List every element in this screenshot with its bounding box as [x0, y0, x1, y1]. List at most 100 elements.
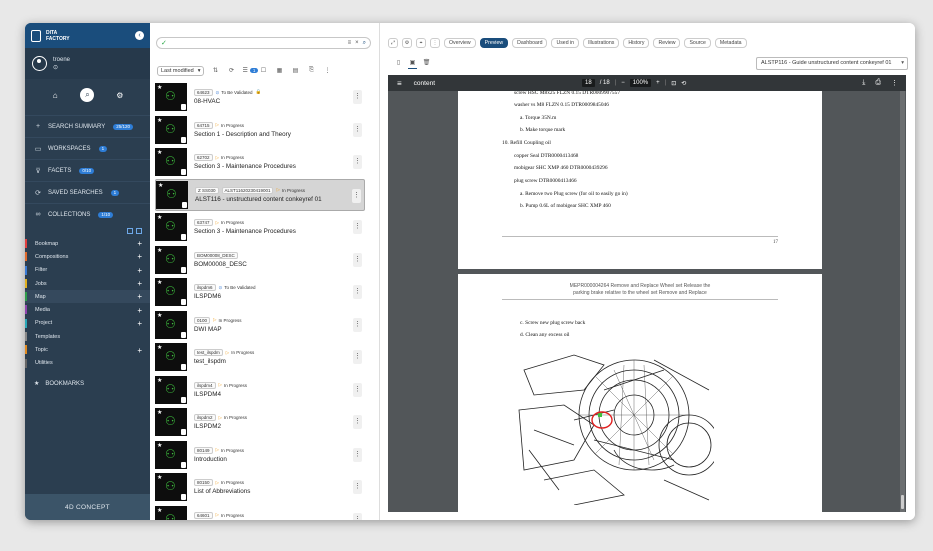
tag-icon[interactable]: ⌖: [416, 38, 426, 48]
item-menu-button[interactable]: ⋮: [353, 480, 362, 494]
menu-icon[interactable]: ≡: [397, 79, 402, 88]
more-icon[interactable]: ⋮: [430, 38, 440, 48]
tab-dashboard[interactable]: Dashboard: [512, 38, 548, 48]
star-icon[interactable]: ★: [157, 442, 162, 449]
tab-source[interactable]: Source: [684, 38, 711, 48]
category-jobs[interactable]: Jobs +: [25, 277, 150, 290]
category-map[interactable]: Map +: [25, 290, 150, 304]
tab-overview[interactable]: Overview: [444, 38, 476, 48]
category-filter[interactable]: Filter +: [25, 264, 150, 277]
item-menu-button[interactable]: ⋮: [353, 447, 362, 462]
pdf-scrollbar[interactable]: [900, 91, 905, 512]
tab-illustrations[interactable]: Illustrations: [583, 38, 620, 48]
list-item[interactable]: ★ ⚇ 80149 ▷ In Progress Introduction ⋮: [155, 439, 365, 471]
nav-item-facets[interactable]: ⊽ Facets 0/10: [25, 159, 150, 181]
bookmarks-item[interactable]: ★ Bookmarks: [25, 376, 150, 392]
download-icon[interactable]: ⤓: [862, 79, 865, 87]
trash-icon[interactable]: 🗑: [422, 59, 431, 69]
square-icon[interactable]: [127, 228, 133, 234]
add-icon[interactable]: +: [137, 292, 142, 301]
filter-lines-icon[interactable]: ≡: [348, 40, 352, 46]
list-item[interactable]: ★ ⚇ ilspdm4 ▷ In Progress ILSPDM4 ⋮: [155, 374, 365, 406]
star-icon[interactable]: ★: [157, 279, 162, 286]
collapse-sidebar-button[interactable]: ‹: [135, 31, 144, 40]
category-utilities[interactable]: Utilities: [25, 357, 150, 370]
item-menu-button[interactable]: ⋮: [353, 285, 362, 299]
add-icon[interactable]: +: [137, 239, 142, 248]
avatar[interactable]: [32, 56, 47, 71]
checkbox-icon[interactable]: [136, 228, 142, 234]
item-menu-button[interactable]: ⋮: [353, 512, 362, 520]
pdf-icon[interactable]: ▯: [394, 59, 403, 69]
sort-select[interactable]: Last modified ▾: [157, 66, 205, 76]
zoom-in-icon[interactable]: +: [656, 80, 660, 86]
category-templates[interactable]: Templates: [25, 330, 150, 343]
list-item[interactable]: ★ ⚇ BOM00008_DESC BOM00008_DESC ⋮: [155, 244, 365, 276]
rotate-icon[interactable]: ⟲: [681, 80, 686, 87]
gear-icon[interactable]: ⚙: [113, 88, 127, 102]
list-item[interactable]: ★ ⚇ Z SS030 ALST11620230419001 ▷ In Progress A…: [155, 178, 365, 211]
item-menu-button[interactable]: ⋮: [352, 188, 361, 203]
star-icon[interactable]: ★: [157, 312, 162, 319]
add-icon[interactable]: +: [137, 319, 142, 328]
home-icon[interactable]: ⌂: [48, 88, 62, 102]
more-icon[interactable]: ⋮: [322, 67, 332, 76]
add-icon[interactable]: +: [137, 346, 142, 355]
more-icon[interactable]: ⋮: [891, 79, 898, 87]
item-menu-button[interactable]: ⋮: [353, 122, 362, 137]
star-icon[interactable]: ★: [157, 149, 162, 156]
category-bookmap[interactable]: Bookmap +: [25, 237, 150, 250]
star-icon[interactable]: ★: [157, 377, 162, 384]
item-menu-button[interactable]: ⋮: [353, 350, 362, 364]
item-menu-button[interactable]: ⋮: [353, 252, 362, 267]
search-icon[interactable]: ⌕: [80, 88, 95, 102]
category-compositions[interactable]: Compositions +: [25, 250, 150, 263]
sort-order-icon[interactable]: ⇅: [210, 67, 220, 76]
select-icon[interactable]: ☐: [258, 67, 268, 76]
item-menu-button[interactable]: ⋮: [353, 90, 362, 104]
search-input[interactable]: [170, 40, 344, 46]
close-icon[interactable]: ×: [355, 40, 359, 46]
fit-page-icon[interactable]: ⊡: [671, 80, 676, 87]
item-menu-button[interactable]: ⋮: [353, 317, 362, 332]
grid-icon[interactable]: ▦: [274, 67, 284, 76]
nav-item-workspaces[interactable]: ▭ Workspaces 1: [25, 137, 150, 159]
document-select[interactable]: ALSTP116 - Guide unstructured content co…: [756, 57, 908, 70]
category-project[interactable]: Project +: [25, 317, 150, 330]
tab-used-in[interactable]: Used in: [551, 38, 580, 48]
add-icon[interactable]: +: [137, 306, 142, 315]
list-item[interactable]: ★⚇ 64601▷In ProgressMaintenance Instructi…: [155, 504, 365, 520]
item-menu-button[interactable]: ⋮: [353, 155, 362, 169]
export-icon[interactable]: ⎘: [306, 67, 316, 76]
tab-preview[interactable]: Preview: [479, 38, 509, 48]
nav-item-collections[interactable]: ∞ Collections 1/10: [25, 203, 150, 225]
list-item[interactable]: ★ ⚇ ilspdm2 ▷ In Progress ILSPDM2 ⋮: [155, 406, 365, 438]
star-icon[interactable]: ★: [157, 247, 162, 254]
zoom-input[interactable]: 100%: [629, 79, 652, 87]
star-icon[interactable]: ★: [157, 474, 162, 481]
tab-history[interactable]: History: [623, 38, 650, 48]
pdf-canvas[interactable]: 17 screw HSC M8x25 FLZN 0.15 DTR00099075…: [388, 91, 906, 512]
add-icon[interactable]: +: [137, 252, 142, 261]
category-topic[interactable]: Topic +: [25, 343, 150, 356]
category-media[interactable]: Media +: [25, 303, 150, 316]
tab-metadata[interactable]: Metadata: [714, 38, 747, 48]
list-item[interactable]: ★ ⚇ ilspdm6 ⊙ To Be Validated ILSPDM6 ⋮: [155, 276, 365, 308]
user-panel[interactable]: troene ⊙: [25, 48, 150, 79]
list-item[interactable]: ★ ⚇ 64715 ▷ In Progress Section 1 - Descripti…: [155, 114, 365, 146]
print-icon[interactable]: ⎙: [875, 79, 881, 87]
list-item[interactable]: ★ ⚇ test_ilspdm ▷ In Progress test_ilspdm ⋮: [155, 341, 365, 373]
list-item[interactable]: ★ ⚇ 64623 ⊙ To Be Validated 🔒 08-HVAC ⋮: [155, 81, 365, 113]
list-item[interactable]: ★ ⚇ 63747 ▷ In Progress Section 3 - Maintenan…: [155, 211, 365, 243]
add-icon[interactable]: +: [137, 279, 142, 288]
item-menu-button[interactable]: ⋮: [353, 220, 362, 234]
columns-icon[interactable]: ▤: [290, 67, 300, 76]
list-view-icon[interactable]: ☰ 1: [242, 67, 259, 76]
list-item[interactable]: ★ ⚇ 62702 ▷ In Progress Section 3 - Maintenan…: [155, 146, 365, 178]
star-icon[interactable]: ★: [157, 344, 162, 351]
star-icon[interactable]: ★: [157, 84, 162, 91]
list-item[interactable]: ★ ⚇ 80150 ▷ In Progress List of Abbreviations…: [155, 471, 365, 503]
zoom-out-icon[interactable]: −: [621, 80, 625, 86]
list-item[interactable]: ★ ⚇ 0100 ▷ In Progress DWI MAP ⋮: [155, 309, 365, 341]
star-icon[interactable]: ★: [158, 182, 163, 189]
